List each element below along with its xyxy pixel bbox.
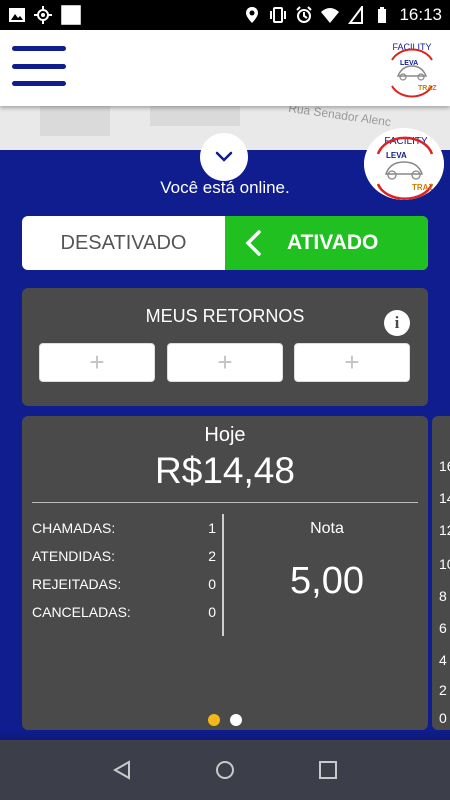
return-slot-2[interactable]: + [167, 343, 283, 382]
stat-label: ATENDIDAS: [32, 548, 115, 564]
divider [32, 502, 418, 503]
toggle-on-label: ATIVADO [287, 231, 379, 254]
stat-row-attended: ATENDIDAS: 2 [32, 548, 216, 564]
returns-card: MEUS RETORNOS i + + + [22, 288, 428, 406]
chart-tick: 4 [439, 652, 447, 668]
stat-value: 0 [208, 604, 216, 620]
chart-tick: 14 [439, 490, 450, 506]
toggle-deactivated-option[interactable]: DESATIVADO [22, 216, 225, 270]
clock: 16:13 [399, 5, 442, 24]
blank-square-icon [61, 5, 81, 25]
stat-row-canceled: CANCELADAS: 0 [32, 604, 216, 620]
app-header: FACILITY LEVA TRAZ [0, 30, 450, 106]
stat-label: CANCELADAS: [32, 604, 131, 620]
map-street-label: Rua Senador Alenc [287, 106, 392, 130]
gps-icon [34, 6, 52, 24]
stat-value: 0 [208, 576, 216, 592]
alarm-icon [296, 6, 313, 23]
wifi-icon [321, 8, 340, 23]
vibrate-icon [270, 7, 287, 23]
info-icon[interactable]: i [384, 310, 410, 336]
recents-icon[interactable] [317, 759, 339, 781]
next-summary-card[interactable]: 16 14 12 10 8 6 4 2 0 [432, 416, 450, 730]
status-bar: 16:13 [0, 0, 450, 30]
rating-label: Nota [310, 520, 344, 537]
chevron-left-icon [245, 230, 261, 256]
badge-line-leva: LEVA [386, 151, 407, 160]
logo-line-traz: TRAZ [418, 85, 437, 92]
chart-tick: 0 [439, 710, 447, 726]
stat-label: CHAMADAS: [32, 520, 116, 536]
collapse-panel-button[interactable] [200, 133, 248, 181]
stat-value: 2 [208, 548, 216, 564]
chevron-down-icon [215, 151, 233, 162]
rating-value: 5,00 [290, 560, 364, 602]
returns-title: MEUS RETORNOS [145, 306, 305, 326]
online-toggle[interactable]: DESATIVADO ATIVADO [22, 216, 428, 270]
image-icon [9, 8, 25, 22]
facility-logo: FACILITY LEVA TRAZ [391, 42, 437, 98]
return-slot-3[interactable]: + [294, 343, 410, 382]
today-label: Hoje [204, 424, 246, 446]
map-block [40, 106, 110, 136]
stat-row-calls: CHAMADAS: 1 [32, 520, 216, 536]
chart-tick: 12 [439, 522, 450, 538]
today-earnings: R$14,48 [155, 450, 295, 491]
stat-row-rejected: REJEITADAS: 0 [32, 576, 216, 592]
chart-tick: 10 [439, 556, 450, 572]
back-icon[interactable] [111, 759, 133, 781]
battery-icon [378, 7, 387, 23]
badge-line-traz: TRAZ [412, 183, 433, 192]
page-dot[interactable] [230, 714, 242, 726]
toggle-activated-option[interactable]: ATIVADO [225, 216, 428, 270]
chart-tick: 2 [439, 682, 447, 698]
logo-line-facility: FACILITY [392, 42, 431, 52]
return-slot-1[interactable]: + [39, 343, 155, 382]
today-summary-card[interactable]: Hoje R$14,48 CHAMADAS: 1 ATENDIDAS: 2 RE… [22, 416, 428, 730]
system-nav-bar [0, 740, 450, 800]
chart-tick: 6 [439, 620, 447, 636]
page-indicator [22, 714, 428, 726]
map-block [150, 106, 240, 126]
stat-label: REJEITADAS: [32, 576, 122, 592]
vertical-divider [222, 514, 224, 636]
logo-line-leva: LEVA [400, 60, 418, 67]
no-sim-icon [348, 6, 364, 24]
location-icon [246, 7, 259, 23]
facility-logo-badge: FACILITY LEVA TRAZ [364, 128, 444, 200]
nav-shadow [0, 730, 450, 740]
stat-value: 1 [208, 520, 216, 536]
toggle-off-label: DESATIVADO [60, 231, 187, 254]
page-dot-active[interactable] [208, 714, 220, 726]
chart-tick: 16 [439, 458, 450, 474]
menu-icon[interactable] [12, 44, 66, 88]
home-icon[interactable] [214, 759, 236, 781]
chart-tick: 8 [439, 588, 447, 604]
